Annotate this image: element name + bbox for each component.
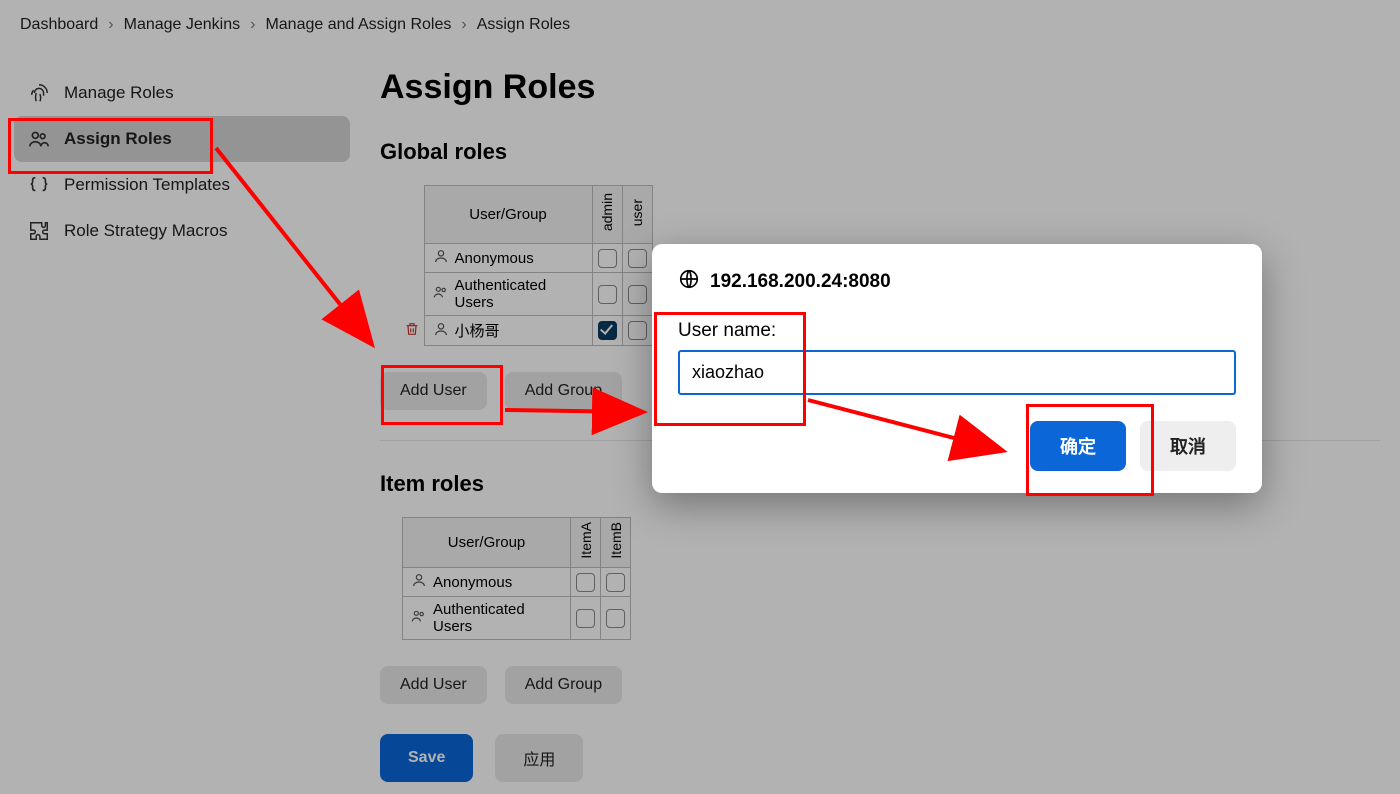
prompt-dialog: 192.168.200.24:8080 User name: 确定 取消 (652, 244, 1262, 493)
user-icon (433, 321, 449, 341)
cancel-button[interactable]: 取消 (1140, 421, 1236, 471)
delete-icon[interactable] (404, 324, 420, 341)
chevron-right-icon: › (461, 16, 466, 34)
role-checkbox[interactable] (628, 321, 647, 340)
chevron-right-icon: › (108, 16, 113, 34)
add-group-button[interactable]: Add Group (505, 372, 622, 410)
add-group-button[interactable]: Add Group (505, 666, 622, 704)
braces-icon (28, 174, 50, 196)
sidebar: Manage Roles Assign Roles Permission Tem… (0, 62, 360, 794)
column-header-user-group: User/Group (424, 186, 592, 244)
role-checkbox[interactable] (598, 249, 617, 268)
role-checkbox[interactable] (576, 573, 595, 592)
sidebar-item-assign-roles[interactable]: Assign Roles (14, 116, 350, 162)
role-checkbox[interactable] (606, 573, 625, 592)
users-icon (411, 608, 427, 628)
breadcrumb-item[interactable]: Manage and Assign Roles (265, 16, 451, 34)
breadcrumb-item[interactable]: Manage Jenkins (124, 16, 241, 34)
sidebar-item-label: Assign Roles (64, 129, 172, 149)
globe-icon (678, 268, 700, 296)
breadcrumb-item[interactable]: Dashboard (20, 16, 98, 34)
fingerprint-icon (28, 82, 50, 104)
save-button[interactable]: Save (380, 734, 473, 782)
footer-buttons: Save 应用 (380, 734, 1380, 782)
users-icon (28, 128, 50, 150)
table-row: Authenticated Users (402, 273, 652, 316)
dialog-label: User name: (678, 320, 1236, 342)
table-row: Anonymous (402, 244, 652, 273)
user-name: Anonymous (433, 574, 512, 591)
column-header-role: admin (592, 186, 622, 244)
column-header-role: ItemA (571, 518, 601, 568)
sidebar-item-permission-templates[interactable]: Permission Templates (14, 162, 350, 208)
global-roles-table: User/Group admin user Anonymous Authenti… (402, 185, 653, 346)
user-name: Authenticated Users (455, 277, 584, 311)
sidebar-item-label: Manage Roles (64, 83, 174, 103)
apply-button[interactable]: 应用 (495, 734, 583, 782)
item-roles-table: User/Group ItemA ItemB Anonymous Authent… (402, 517, 631, 640)
role-checkbox[interactable] (628, 285, 647, 304)
ok-button[interactable]: 确定 (1030, 421, 1126, 471)
sidebar-item-manage-roles[interactable]: Manage Roles (14, 70, 350, 116)
sidebar-item-role-strategy-macros[interactable]: Role Strategy Macros (14, 208, 350, 254)
role-checkbox[interactable] (598, 285, 617, 304)
role-checkbox[interactable] (576, 609, 595, 628)
table-row: 小杨哥 (402, 316, 652, 346)
column-header-role: user (622, 186, 652, 244)
user-icon (411, 572, 427, 592)
breadcrumb-item[interactable]: Assign Roles (477, 16, 570, 34)
user-name: Anonymous (455, 250, 534, 267)
table-row: Anonymous (403, 568, 631, 597)
add-user-button[interactable]: Add User (380, 666, 487, 704)
page-title: Assign Roles (380, 68, 1380, 107)
users-icon (433, 284, 449, 304)
breadcrumb: Dashboard › Manage Jenkins › Manage and … (0, 0, 1400, 62)
dialog-host: 192.168.200.24:8080 (710, 271, 891, 293)
user-name: 小杨哥 (455, 320, 500, 341)
role-checkbox[interactable] (628, 249, 647, 268)
puzzle-icon (28, 220, 50, 242)
role-checkbox[interactable] (598, 321, 617, 340)
username-input[interactable] (678, 350, 1236, 395)
user-name: Authenticated Users (433, 601, 562, 635)
sidebar-item-label: Permission Templates (64, 175, 230, 195)
sidebar-item-label: Role Strategy Macros (64, 221, 227, 241)
add-user-button[interactable]: Add User (380, 372, 487, 410)
table-row: Authenticated Users (403, 597, 631, 640)
column-header-role: ItemB (601, 518, 631, 568)
column-header-user-group: User/Group (403, 518, 571, 568)
chevron-right-icon: › (250, 16, 255, 34)
section-heading: Global roles (380, 139, 1380, 165)
item-roles-section: Item roles User/Group ItemA ItemB Anonym… (380, 471, 1380, 704)
user-icon (433, 248, 449, 268)
role-checkbox[interactable] (606, 609, 625, 628)
